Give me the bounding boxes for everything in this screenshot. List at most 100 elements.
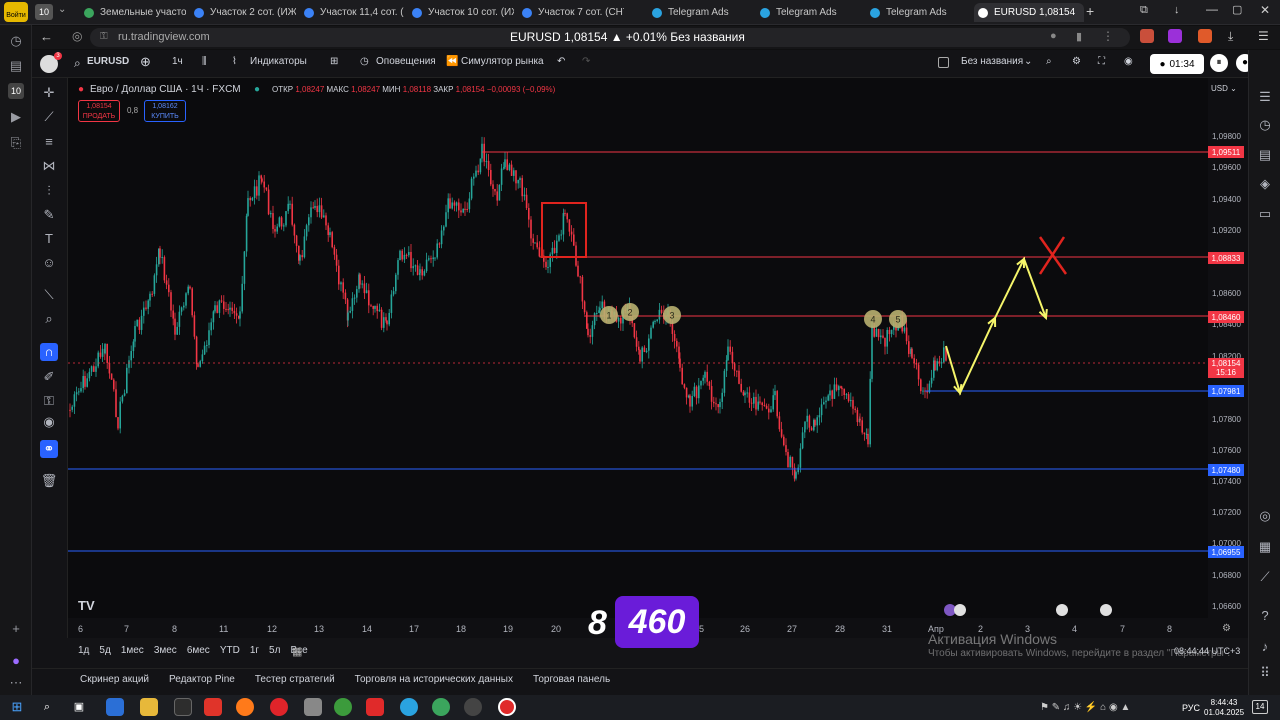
redo-icon[interactable]: ↷: [582, 56, 590, 67]
event-marker[interactable]: [1100, 604, 1112, 616]
maximize-button[interactable]: ▢: [1232, 3, 1242, 16]
grid-icon[interactable]: ⠿: [1256, 664, 1274, 682]
target-icon[interactable]: ◎: [1256, 507, 1274, 525]
app-icon[interactable]: [236, 698, 254, 716]
news-icon[interactable]: ▤: [1256, 146, 1274, 164]
browser-tab[interactable]: Участок 10 сот. (ИЖ: [408, 3, 514, 22]
browser-tab[interactable]: Земельные участо: [80, 3, 186, 22]
app-icon[interactable]: [174, 698, 192, 716]
browser-tab[interactable]: Telegram Ads: [756, 3, 862, 22]
screenshot-icon[interactable]: ⎘: [8, 135, 24, 151]
bell-icon[interactable]: ♪: [1256, 638, 1274, 656]
login-button[interactable]: Войти: [4, 2, 28, 22]
browser-tab[interactable]: EURUSD 1,08154: [974, 3, 1084, 22]
app-icon[interactable]: [204, 698, 222, 716]
panel-tab[interactable]: Торговля на исторических данных: [355, 674, 513, 685]
app-icon[interactable]: [106, 698, 124, 716]
text-icon[interactable]: T: [40, 230, 58, 248]
brush-icon[interactable]: ✎: [40, 206, 58, 224]
settings-icon[interactable]: ⚙: [1222, 623, 1231, 634]
layout-icon[interactable]: [938, 57, 949, 68]
browser-tab[interactable]: Telegram Ads: [866, 3, 972, 22]
assistant-icon[interactable]: ●: [8, 653, 24, 669]
history-icon[interactable]: ◷: [8, 33, 24, 49]
more-icon[interactable]: ⋯: [8, 675, 24, 691]
app-icon[interactable]: [464, 698, 482, 716]
window-restore-icon[interactable]: ⧉: [1140, 4, 1148, 17]
browser-tab[interactable]: Участок 2 сот. (ИЖ: [190, 3, 296, 22]
extension-icon[interactable]: [1140, 29, 1154, 43]
pause-icon[interactable]: ⏸: [1210, 54, 1228, 72]
download-icon[interactable]: ⤓: [1228, 29, 1233, 44]
indicators-button[interactable]: Индикаторы: [250, 56, 307, 67]
language-indicator[interactable]: РУС: [1182, 703, 1200, 713]
event-marker[interactable]: [954, 604, 966, 616]
lock-drawing-icon[interactable]: ✐: [40, 368, 58, 386]
panel-tab[interactable]: Редактор Pine: [169, 674, 235, 685]
panel-tab[interactable]: Тестер стратегий: [255, 674, 335, 685]
panel-tab[interactable]: Торговая панель: [533, 674, 610, 685]
profile-icon[interactable]: ☰: [1258, 29, 1269, 43]
close-window-button[interactable]: ✕: [1260, 3, 1270, 17]
browser-tab[interactable]: Участок 11,4 сот. (: [300, 3, 406, 22]
undo-icon[interactable]: ↶: [557, 56, 565, 67]
app-icon[interactable]: [270, 698, 288, 716]
magnet-icon[interactable]: ∩: [40, 343, 58, 361]
record-button[interactable]: ● 01:34: [1150, 54, 1204, 74]
fullscreen-icon[interactable]: ⛶: [1098, 56, 1105, 67]
range-button[interactable]: 5д: [99, 645, 110, 661]
range-button[interactable]: 3мес: [154, 645, 177, 661]
symbol-search[interactable]: EURUSD: [87, 56, 129, 67]
app-icon[interactable]: [400, 698, 418, 716]
compare-icon[interactable]: ⊕: [140, 54, 151, 70]
alerts-clock-icon[interactable]: ◷: [1256, 116, 1274, 134]
ruler-icon[interactable]: ⟍: [40, 286, 58, 304]
tab-counter[interactable]: 10: [35, 4, 53, 20]
extension-icon[interactable]: [1168, 29, 1182, 43]
visibility-icon[interactable]: ◉: [40, 413, 58, 431]
extension-icon[interactable]: [1198, 29, 1212, 43]
range-button[interactable]: YTD: [220, 645, 240, 661]
replay-button[interactable]: Симулятор рынка: [461, 56, 544, 67]
add-icon[interactable]: +: [8, 621, 24, 637]
currency-selector[interactable]: USD ⌄: [1211, 84, 1237, 93]
emoji-icon[interactable]: ☺: [40, 254, 58, 272]
layout-name[interactable]: Без названия: [961, 56, 1023, 67]
bookmark-icon[interactable]: ▮: [1076, 30, 1082, 43]
chart-icon[interactable]: ⟋: [1256, 568, 1274, 586]
notification-count[interactable]: 14: [1252, 700, 1268, 714]
alert-icon[interactable]: ◷: [360, 56, 369, 67]
search-icon[interactable]: ⌕: [38, 698, 56, 716]
watchlist-icon[interactable]: ☰: [1256, 88, 1274, 106]
buy-button[interactable]: 1,08162 КУПИТЬ: [144, 100, 186, 122]
app-icon[interactable]: [432, 698, 450, 716]
chevron-down-icon[interactable]: ⌄: [1024, 56, 1032, 67]
layers-icon[interactable]: ◈: [1256, 175, 1274, 193]
chat-icon[interactable]: ▭: [1256, 205, 1274, 223]
collections-icon[interactable]: ▤: [8, 58, 24, 74]
price-axis[interactable]: [1208, 78, 1248, 618]
shield-icon[interactable]: ◎: [72, 29, 82, 43]
mic-icon[interactable]: ●: [1050, 30, 1057, 42]
range-button[interactable]: 5л: [269, 645, 280, 661]
search-icon[interactable]: ⌕: [74, 56, 81, 71]
system-clock[interactable]: 8:44:43 01.04.2025: [1204, 698, 1244, 718]
downloads-icon[interactable]: ↓: [1174, 4, 1180, 16]
goto-date-icon[interactable]: ▦: [292, 645, 302, 658]
tab-list-icon[interactable]: ⌄: [58, 4, 66, 15]
link-icon[interactable]: ⚭: [40, 440, 58, 458]
app-icon[interactable]: [498, 698, 516, 716]
windows-start-icon[interactable]: ⊞: [8, 698, 26, 716]
range-button[interactable]: 6мес: [187, 645, 210, 661]
chart-type-icon[interactable]: ⫼: [202, 56, 207, 67]
settings-icon[interactable]: ⚙: [1072, 56, 1081, 67]
back-button[interactable]: ←: [40, 29, 53, 44]
zoom-icon[interactable]: ⌕: [40, 310, 58, 328]
range-button[interactable]: 1д: [78, 645, 89, 661]
panel-tab[interactable]: Скринер акций: [80, 674, 149, 685]
pattern-icon[interactable]: ⋈: [40, 157, 58, 175]
sell-button[interactable]: 1,08154 ПРОДАТЬ: [78, 100, 120, 122]
app-icon[interactable]: [334, 698, 352, 716]
tabs-icon[interactable]: 10: [8, 83, 24, 99]
calendar-icon[interactable]: ▦: [1256, 538, 1274, 556]
